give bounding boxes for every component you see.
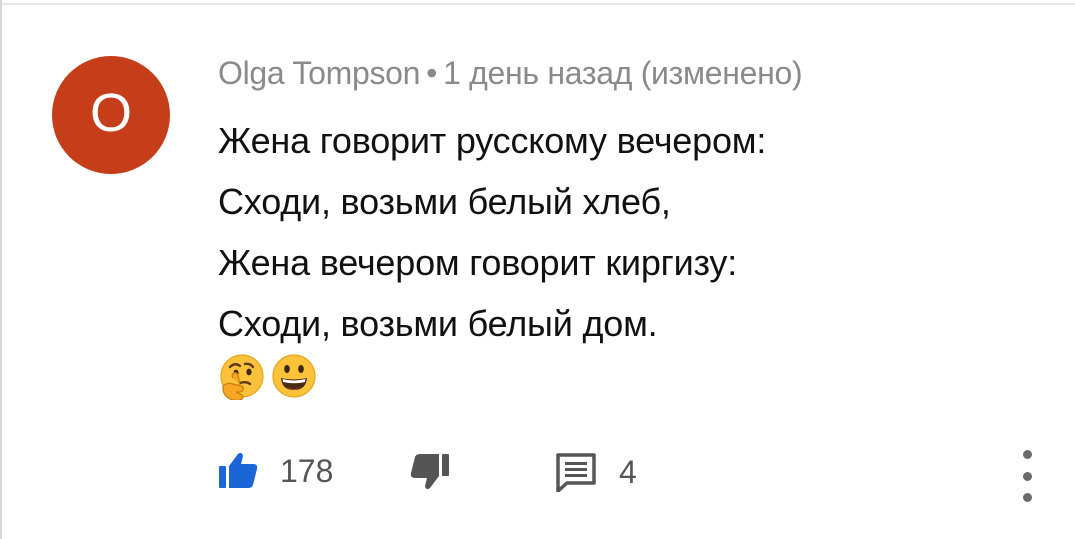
like-count: 178: [280, 452, 334, 489]
more-vert-icon: [1022, 450, 1032, 459]
edited-label: (изменено): [640, 55, 803, 91]
avatar-letter: O: [89, 83, 132, 143]
comment-icon: [556, 453, 596, 492]
more-options-button[interactable]: [1012, 450, 1042, 502]
thinking-face-emoji: [220, 354, 264, 400]
author-name[interactable]: Olga Tompson: [218, 55, 420, 91]
reply-button[interactable]: 4: [555, 452, 637, 492]
comment-header: Olga Tompson • 1 день назад (изменено): [218, 55, 803, 95]
comment-line: Сходи, возьми белый хлеб,: [218, 181, 671, 222]
like-button[interactable]: 178: [218, 452, 333, 490]
meta-separator: •: [426, 55, 438, 91]
comment-item: O Olga Tompson • 1 день назад (изменено) Ж…: [0, 0, 1075, 539]
comment-line: Жена вечером говорит киргизу:: [218, 242, 737, 283]
thumbs-up-icon: [219, 452, 258, 488]
comment-line: Жена говорит русскому вечером:: [218, 120, 767, 161]
emoji-row: [218, 352, 318, 402]
more-vert-icon: [1022, 471, 1032, 481]
grinning-face-emoji: [272, 354, 316, 398]
reply-count: 4: [619, 453, 637, 490]
comment-timestamp[interactable]: 1 день назад: [443, 55, 632, 91]
comment-line: Сходи, возьми белый дом.: [218, 303, 658, 344]
more-vert-icon: [1022, 493, 1032, 502]
avatar[interactable]: O: [52, 56, 170, 174]
comment-body: Жена говорит русскому вечером: Сходи, во…: [218, 110, 1038, 354]
dislike-button[interactable]: [410, 452, 450, 490]
thumbs-down-icon: [410, 454, 449, 490]
